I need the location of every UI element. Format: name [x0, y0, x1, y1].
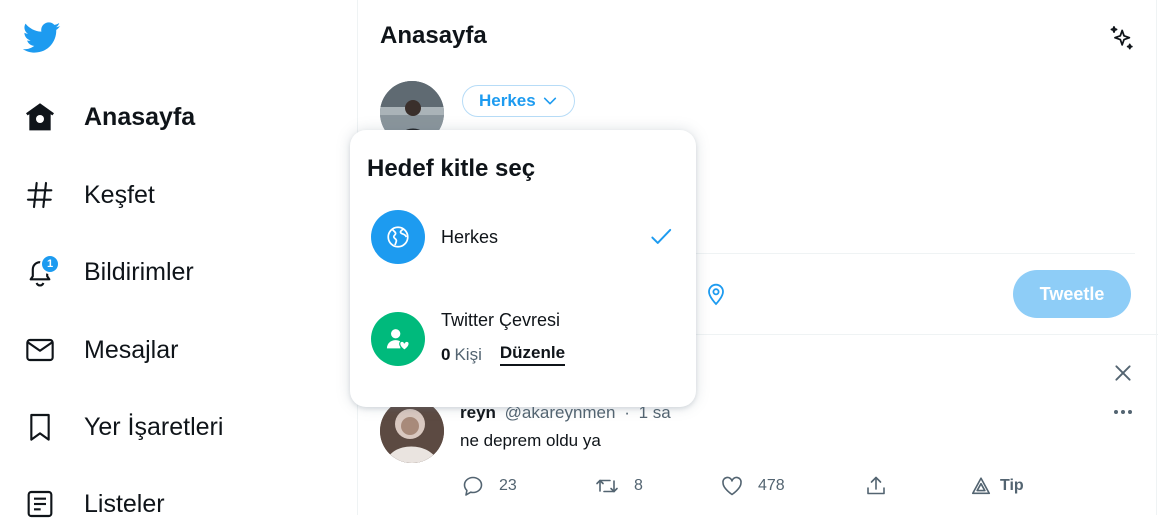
like-count: 478	[758, 477, 785, 494]
page-title: Anasayfa	[380, 22, 487, 49]
envelope-icon	[20, 330, 60, 370]
twitter-bird-icon	[23, 22, 61, 53]
share-button[interactable]	[864, 472, 888, 500]
home-icon	[20, 97, 60, 137]
chevron-down-icon	[543, 97, 556, 105]
tweet-button[interactable]: Tweetle	[1013, 270, 1131, 318]
nav-label-bookmarks: Yer İşaretleri	[84, 412, 224, 441]
sidebar: Anasayfa Keşfet 1 Bildirimler Mesajlar Y…	[0, 0, 357, 518]
more-icon	[1114, 410, 1132, 414]
like-button[interactable]: 478	[720, 472, 785, 500]
nav-label-notifications: Bildirimler	[84, 257, 194, 286]
twitter-circle-summary: 0 Kişi Düzenle	[441, 343, 566, 366]
audience-selector-button[interactable]: Herkes	[462, 85, 575, 117]
audience-option-twitter-circle[interactable]: Twitter Çevresi	[441, 310, 560, 331]
bookmark-icon	[20, 407, 60, 447]
audience-label: Herkes	[479, 91, 536, 110]
tweet-text: ne deprem oldu ya	[460, 431, 601, 450]
audience-popover: Hedef kitle seç Herkes Twitter Çevresi 0…	[350, 130, 696, 407]
nav-label-home: Anasayfa	[84, 102, 196, 131]
close-icon	[1115, 365, 1131, 381]
tweet-more-button[interactable]	[1108, 400, 1138, 424]
dismiss-button[interactable]	[1110, 360, 1136, 386]
tip-button[interactable]: Tip	[970, 472, 1024, 500]
circle-member-count: 0	[441, 344, 451, 364]
list-icon	[20, 484, 60, 524]
hashtag-icon	[20, 175, 60, 215]
notification-badge: 1	[40, 254, 60, 274]
nav-item-bookmarks[interactable]: Yer İşaretleri	[20, 402, 223, 452]
location-button[interactable]	[703, 281, 729, 307]
retweet-icon	[596, 479, 618, 493]
audience-option-everyone[interactable]: Herkes	[441, 227, 498, 248]
nav-item-home[interactable]: Anasayfa	[20, 92, 195, 142]
tweet-author-avatar[interactable]	[380, 399, 444, 463]
location-pin-icon	[708, 283, 724, 306]
reply-count: 23	[499, 477, 517, 494]
tip-icon	[971, 477, 991, 495]
retweet-button[interactable]: 8	[594, 472, 643, 500]
audience-option-everyone-icon[interactable]	[371, 210, 425, 264]
people-heart-icon	[386, 329, 410, 351]
popover-title: Hedef kitle seç	[367, 155, 536, 182]
top-tweets-button[interactable]	[1103, 20, 1139, 56]
nav-item-explore[interactable]: Keşfet	[20, 170, 155, 220]
heart-icon	[722, 476, 742, 496]
audience-option-circle-icon[interactable]	[371, 312, 425, 366]
tip-label: Tip	[1000, 477, 1024, 494]
nav-label-messages: Mesajlar	[84, 335, 179, 364]
edit-circle-link[interactable]: Düzenle	[499, 343, 566, 366]
sparkle-icon	[1110, 26, 1133, 50]
nav-label-lists: Listeler	[84, 489, 165, 518]
checkmark-icon	[651, 228, 672, 244]
reply-button[interactable]: 23	[461, 472, 517, 500]
twitter-logo[interactable]	[20, 18, 64, 58]
bell-icon: 1	[20, 252, 60, 292]
nav-item-notifications[interactable]: 1 Bildirimler	[20, 247, 194, 297]
share-icon	[867, 476, 885, 495]
nav-item-lists[interactable]: Listeler	[20, 479, 165, 529]
reply-icon	[463, 476, 483, 496]
nav-item-messages[interactable]: Mesajlar	[20, 325, 178, 375]
circle-member-unit: Kişi	[454, 344, 482, 364]
retweet-count: 8	[634, 477, 643, 494]
globe-icon	[387, 226, 409, 248]
nav-label-explore: Keşfet	[84, 180, 155, 209]
